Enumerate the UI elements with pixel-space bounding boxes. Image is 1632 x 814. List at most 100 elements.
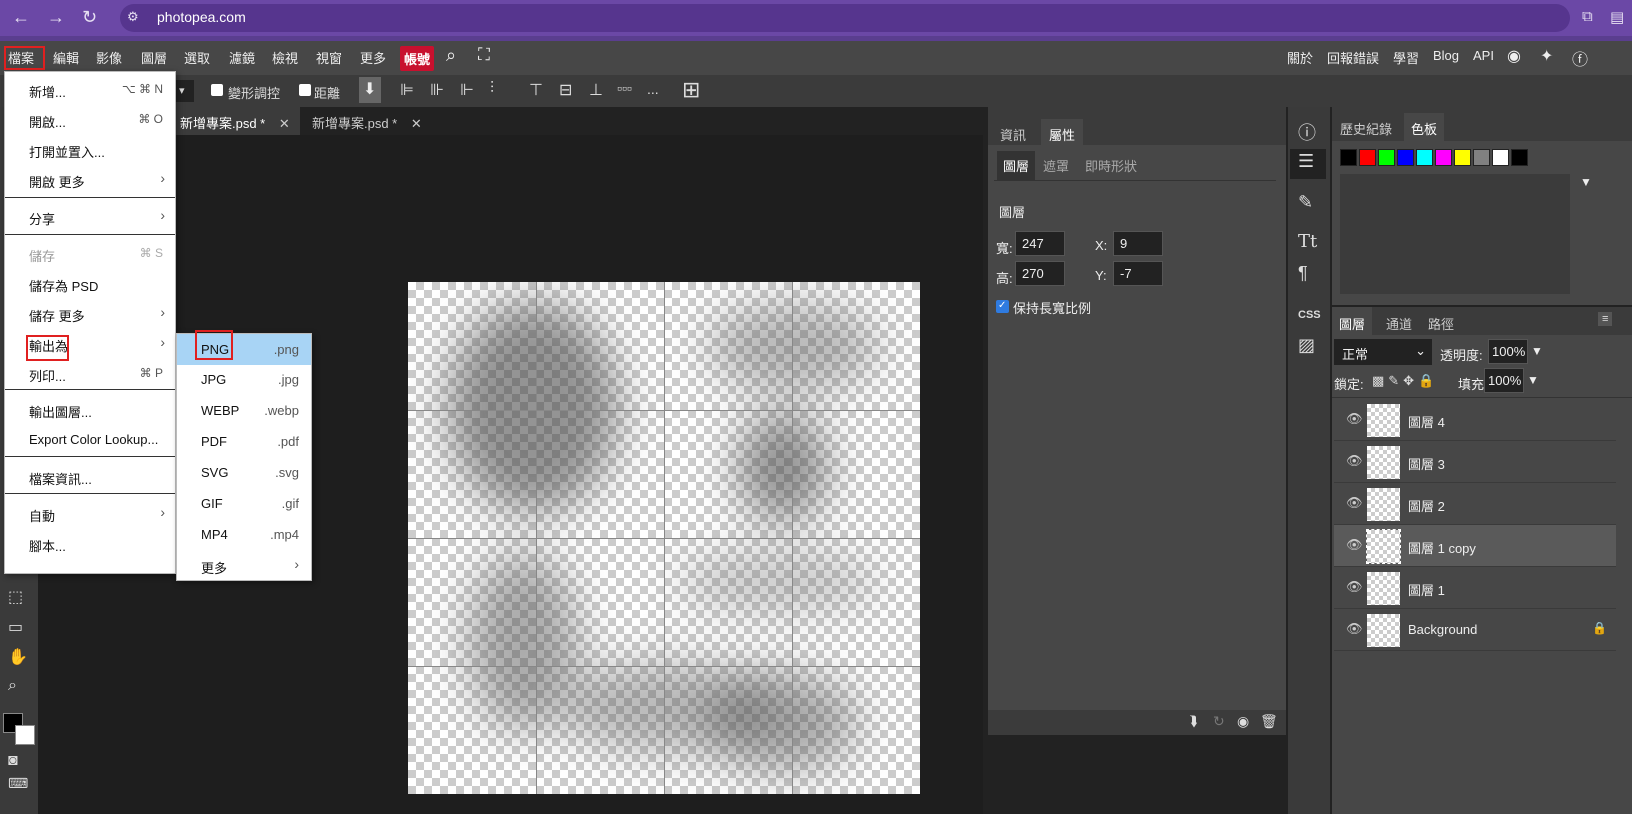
menu-learn[interactable]: 學習 <box>1393 48 1419 67</box>
color-swatch[interactable] <box>1340 149 1357 166</box>
export-svg[interactable]: SVG .svg <box>177 457 311 488</box>
info-icon[interactable]: ⓘ <box>1298 119 1316 145</box>
tab-document-1[interactable]: 新增專案.psd * ✕ <box>170 107 300 135</box>
fill-input[interactable]: 100% <box>1484 368 1524 393</box>
height-input[interactable]: 270 <box>1015 261 1065 286</box>
eye-icon[interactable]: 👁 <box>1346 621 1363 637</box>
menu-report-bug[interactable]: 回報錯誤 <box>1327 48 1379 67</box>
x-input[interactable]: 9 <box>1113 231 1163 256</box>
subtab-live-shape[interactable]: 即時形狀 <box>1085 156 1137 175</box>
subtab-mask[interactable]: 遮罩 <box>1043 156 1069 175</box>
tab-history[interactable]: 歷史紀錄 <box>1340 119 1392 138</box>
menu-item-save-psd[interactable]: 儲存為 PSD <box>5 268 175 298</box>
layer-row[interactable]: 👁 圖層 4 <box>1334 399 1616 441</box>
address-bar[interactable] <box>120 4 1570 32</box>
layer-row[interactable]: 👁 圖層 3 <box>1334 441 1616 483</box>
menu-edit[interactable]: 編輯 <box>53 48 79 67</box>
align-bottom-icon[interactable]: ⊥ <box>589 80 603 100</box>
text-icon[interactable]: Tt <box>1298 231 1317 252</box>
align-right-icon[interactable]: ⊩ <box>460 80 474 100</box>
menu-item-open[interactable]: 開啟... ⌘ O <box>5 104 175 134</box>
menu-item-save[interactable]: 儲存 ⌘ S <box>5 238 175 268</box>
eye-icon[interactable]: 👁 <box>1346 411 1363 427</box>
menu-filter[interactable]: 濾鏡 <box>229 48 255 67</box>
color-swatch[interactable] <box>1511 149 1528 166</box>
export-more[interactable]: 更多 › <box>177 550 311 581</box>
css-icon[interactable]: CSS <box>1298 309 1321 321</box>
menu-item-print[interactable]: 列印... ⌘ P <box>5 358 175 388</box>
more-options-icon[interactable]: ... <box>647 81 659 97</box>
document-canvas[interactable] <box>408 282 920 794</box>
cast-icon[interactable]: ⧉ <box>1582 8 1593 25</box>
color-swatch[interactable] <box>1454 149 1471 166</box>
color-swatch[interactable] <box>1492 149 1509 166</box>
menu-image[interactable]: 影像 <box>96 48 122 67</box>
chevron-down-icon[interactable]: ▼ <box>1527 373 1539 387</box>
menu-item-script[interactable]: 腳本... <box>5 528 175 558</box>
link-icon[interactable]: ⮯ <box>1189 713 1197 730</box>
align-top-icon[interactable]: ⊤ <box>529 80 543 100</box>
menu-more[interactable]: 更多 <box>360 48 386 67</box>
color-swatch[interactable] <box>1416 149 1433 166</box>
chevron-down-icon[interactable]: ▼ <box>1531 344 1543 358</box>
trash-icon[interactable]: 🗑 <box>1260 713 1278 730</box>
color-swatch[interactable] <box>1378 149 1395 166</box>
adjustments-icon[interactable]: ☰ <box>1298 151 1314 172</box>
menu-about[interactable]: 關於 <box>1287 48 1313 67</box>
eye-icon[interactable]: 👁 <box>1346 495 1363 511</box>
visibility-icon[interactable]: ◉ <box>1237 713 1249 730</box>
color-swatch[interactable] <box>1397 149 1414 166</box>
layer-row-selected[interactable]: 👁 圖層 1 copy <box>1334 525 1616 567</box>
quick-mask-icon[interactable]: ◙ <box>8 752 18 770</box>
grid-icon[interactable]: ⊞ <box>682 77 700 103</box>
menu-api[interactable]: API <box>1473 48 1494 63</box>
reset-icon[interactable]: ↻ <box>1213 713 1225 730</box>
tab-properties[interactable]: 屬性 <box>1041 119 1084 150</box>
menu-item-export-lut[interactable]: Export Color Lookup... <box>5 424 175 454</box>
y-input[interactable]: -7 <box>1113 261 1163 286</box>
menu-item-share[interactable]: 分享 › <box>5 201 175 231</box>
keep-ratio-checkbox[interactable]: ✓ <box>996 300 1009 313</box>
zoom-tool-icon[interactable]: ⌕ <box>8 677 17 695</box>
download-icon[interactable]: ⬇ <box>359 77 381 103</box>
background-color[interactable] <box>15 725 35 745</box>
chevron-down-icon[interactable]: ▼ <box>1580 175 1592 189</box>
eye-icon[interactable]: 👁 <box>1346 537 1363 553</box>
account-button[interactable]: 帳號 <box>400 46 435 71</box>
clipboard-icon[interactable]: ▤ <box>1610 8 1624 26</box>
menu-item-new[interactable]: 新增... ⌥ ⌘ N <box>5 74 175 104</box>
tab-channels[interactable]: 通道 <box>1386 314 1412 333</box>
forward-icon[interactable]: → <box>47 7 65 28</box>
export-mp4[interactable]: MP4 .mp4 <box>177 519 311 550</box>
menu-blog[interactable]: Blog <box>1433 48 1459 63</box>
menu-window[interactable]: 視窗 <box>316 48 342 67</box>
image-icon[interactable]: ▨ <box>1298 335 1315 356</box>
close-icon[interactable]: ✕ <box>411 116 422 131</box>
color-swatch[interactable] <box>1435 149 1452 166</box>
menu-layer[interactable]: 圖層 <box>141 48 167 67</box>
site-settings-icon[interactable]: ⚙ <box>127 9 139 25</box>
paragraph-icon[interactable]: ¶ <box>1298 263 1308 284</box>
align-center-icon[interactable]: ⊪ <box>430 80 444 100</box>
menu-item-export-layers[interactable]: 輸出圖層... <box>5 394 175 424</box>
export-gif[interactable]: GIF .gif <box>177 488 311 519</box>
eye-icon[interactable]: 👁 <box>1346 579 1363 595</box>
align-middle-icon[interactable]: ⊟ <box>559 80 572 100</box>
transform-checkbox[interactable] <box>211 84 223 96</box>
layer-row[interactable]: 👁 圖層 1 <box>1334 567 1616 609</box>
rectangle-tool-icon[interactable]: ▭ <box>8 617 23 637</box>
menu-select[interactable]: 選取 <box>184 48 210 67</box>
panel-menu-icon[interactable]: ≡ <box>1598 312 1613 326</box>
lock-icons[interactable]: ▩✎✥🔒 <box>1372 373 1438 389</box>
tab-document-2[interactable]: 新增專案.psd * ✕ <box>302 107 432 135</box>
search-icon[interactable]: ⌕ <box>446 45 456 66</box>
tab-info[interactable]: 資訊 <box>1000 125 1026 144</box>
export-webp[interactable]: WEBP .webp <box>177 395 311 426</box>
select-tool-icon[interactable]: ⬚ <box>8 587 23 607</box>
close-icon[interactable]: ✕ <box>279 116 290 131</box>
color-swatch[interactable] <box>1359 149 1376 166</box>
export-pdf[interactable]: PDF .pdf <box>177 426 311 457</box>
facebook-icon[interactable]: ⓕ <box>1572 46 1588 70</box>
layer-row[interactable]: 👁 圖層 2 <box>1334 483 1616 525</box>
subtab-layer[interactable]: 圖層 <box>997 151 1036 180</box>
